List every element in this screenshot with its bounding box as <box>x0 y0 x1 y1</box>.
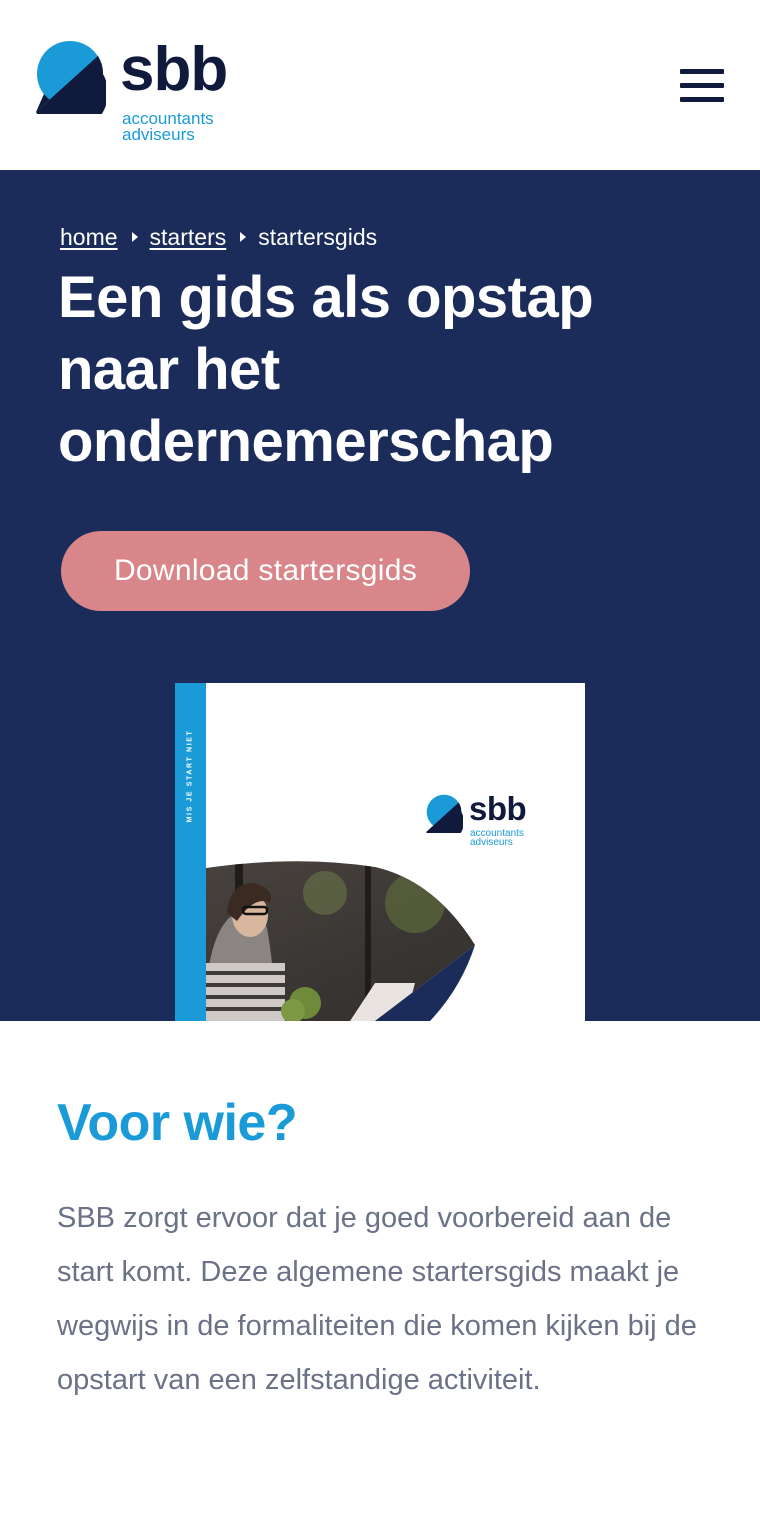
breadcrumb-home-link[interactable]: home <box>60 224 118 251</box>
breadcrumb: home starters startersgids <box>60 222 377 252</box>
section-heading: Voor wie? <box>57 1094 298 1152</box>
site-header: sbb accountants adviseurs <box>0 0 760 170</box>
download-startersgids-button[interactable]: Download startersgids <box>61 531 470 611</box>
breadcrumb-starters-link[interactable]: starters <box>150 224 227 251</box>
logo-tagline: accountants adviseurs <box>122 110 214 144</box>
voor-wie-section: Voor wie? SBB zorgt ervoor dat je goed v… <box>0 1021 760 1524</box>
cover-logo-tagline: accountants adviseurs <box>470 829 524 848</box>
sbb-logo-mark-icon <box>36 41 106 114</box>
breadcrumb-current: startersgids <box>258 223 378 250</box>
cover-photo-illustration <box>175 861 475 1021</box>
section-body-text: SBB zorgt ervoor dat je goed voorbereid … <box>57 1202 697 1396</box>
cover-sbb-logo: sbb accountants adviseurs <box>425 790 545 851</box>
logo-tagline-line2: adviseurs <box>122 125 195 144</box>
cover-spine-text: MIS JE START NIET <box>186 729 194 823</box>
page-title: Een gids als opstap naar het ondernemers… <box>58 265 594 474</box>
cover-logo-tagline-line2: adviseurs <box>470 837 513 848</box>
startersgids-cover-image[interactable]: MIS JE START NIET sbb accountants advise… <box>175 683 585 1021</box>
logo-wordmark: sbb <box>120 35 228 104</box>
hamburger-menu-icon[interactable] <box>676 66 726 106</box>
breadcrumb-separator-icon <box>240 232 247 242</box>
hero-section: home starters startersgids Een gids als … <box>0 170 760 1021</box>
sbb-logo[interactable]: sbb accountants adviseurs <box>34 34 264 146</box>
breadcrumb-separator-icon <box>131 232 138 242</box>
cover-logo-mark-icon <box>426 794 463 833</box>
cover-spine: MIS JE START NIET <box>175 683 206 1021</box>
cover-logo-wordmark: sbb <box>469 790 527 827</box>
